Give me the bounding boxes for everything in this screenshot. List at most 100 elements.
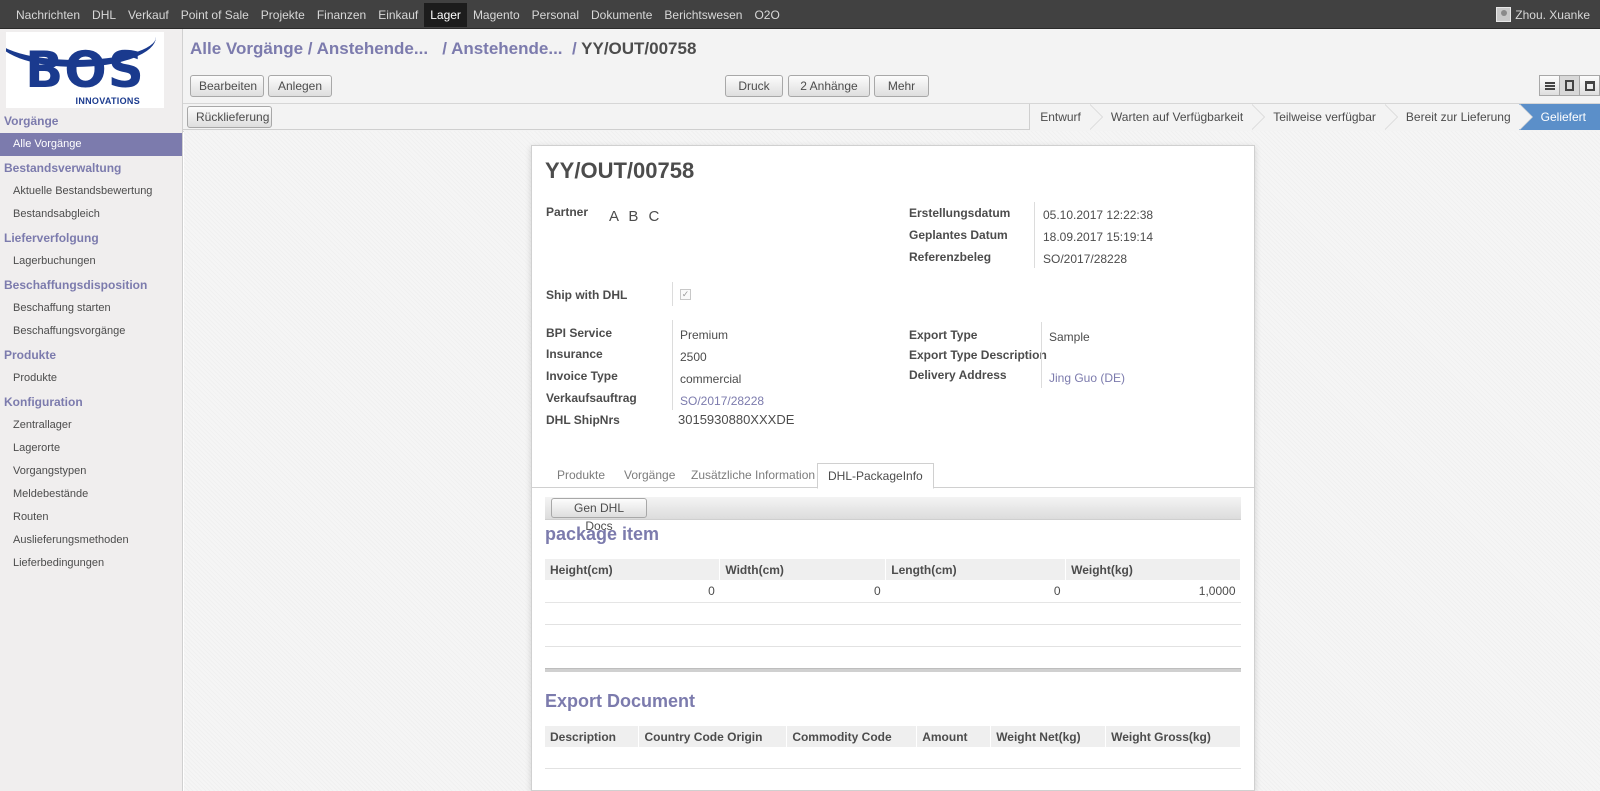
tab-products[interactable]: Produkte	[547, 463, 615, 488]
form-icon	[1565, 80, 1574, 91]
sales-order-link[interactable]: SO/2017/28228	[680, 394, 764, 408]
partner-label: Partner	[546, 205, 589, 219]
top-menu-item[interactable]: DHL	[86, 3, 122, 27]
sidebar-item[interactable]: Vorgangstypen	[0, 460, 182, 483]
ship-with-dhl-label: Ship with DHL	[546, 288, 628, 302]
attachments-dropdown[interactable]: 2 Anhänge	[788, 75, 870, 109]
top-menu: Nachrichten DHL Verkauf Point of Sale Projek…	[10, 0, 786, 29]
tab-operations[interactable]: Vorgänge	[614, 463, 685, 488]
export-type-description-label: Export Type Description	[909, 348, 1047, 362]
column-header[interactable]: Height(cm)	[545, 559, 721, 580]
calendar-icon	[1584, 80, 1595, 91]
more-dropdown[interactable]: Mehr	[874, 75, 929, 109]
tab-dhl-packageinfo[interactable]: DHL-PackageInfo	[817, 463, 934, 489]
invoice-type-value: commercial	[680, 372, 742, 386]
sidebar-item[interactable]: Zentrallager	[0, 414, 182, 437]
list-view-button[interactable]	[1539, 75, 1560, 96]
form-sheet: YY/OUT/00758 Partner A B C Erstellungsda…	[531, 145, 1255, 791]
width-cell: 0	[719, 580, 886, 603]
column-header[interactable]: Weight Gross(kg)	[1105, 726, 1241, 747]
breadcrumb-pending-1[interactable]: Anstehende...	[317, 39, 428, 58]
height-cell: 0	[545, 580, 720, 603]
logo-tagline: INNOVATIONS	[75, 96, 140, 106]
breadcrumb: Alle Vorgänge / Anstehende... / Anstehen…	[190, 39, 697, 58]
sidebar-section-title: Konfiguration	[4, 395, 83, 409]
column-header[interactable]: Description	[545, 726, 640, 747]
delivery-address-label: Delivery Address	[909, 368, 1007, 382]
top-menu-item[interactable]: O2O	[748, 3, 785, 27]
stage-item[interactable]: Teilweise verfügbar	[1251, 104, 1398, 130]
bpi-service-value: Premium	[680, 328, 729, 342]
top-menu-item[interactable]: Finanzen	[311, 3, 372, 27]
top-menu-item[interactable]: Projekte	[255, 3, 311, 27]
sidebar-item[interactable]: Aktuelle Bestandsbewertung	[0, 180, 182, 203]
sidebar-item[interactable]: Lieferbedingungen	[0, 552, 182, 575]
insurance-label: Insurance	[546, 347, 603, 361]
column-header[interactable]: Country Code Origin	[638, 726, 788, 747]
logo-text: BOS	[25, 41, 145, 99]
top-menu-bar: Nachrichten DHL Verkauf Point of Sale Projek…	[0, 0, 1600, 29]
sidebar-item[interactable]: Beschaffung starten	[0, 297, 182, 320]
column-header[interactable]: Length(cm)	[885, 559, 1067, 580]
creation-date-label: Erstellungsdatum	[909, 206, 1011, 220]
delivery-address-link[interactable]: Jing Guo (DE)	[1049, 371, 1125, 385]
sidebar-item[interactable]: Meldebestände	[0, 483, 182, 506]
sidebar-section-title: Vorgänge	[4, 114, 59, 128]
sidebar-item[interactable]: Beschaffungsvorgänge	[0, 320, 182, 343]
top-menu-item[interactable]: Magento	[467, 3, 526, 27]
edit-button[interactable]: Bearbeiten	[190, 75, 264, 97]
user-menu[interactable]: Zhou. Xuanke	[1496, 0, 1590, 29]
company-logo: BOS INNOVATIONS	[6, 32, 164, 108]
breadcrumb-all-operations[interactable]: Alle Vorgänge	[190, 39, 303, 58]
planned-date-value: 18.09.2017 15:19:14	[1043, 230, 1154, 244]
top-menu-item[interactable]: Berichtswesen	[658, 3, 748, 27]
sidebar-item[interactable]: Alle Vorgänge	[0, 133, 182, 156]
list-icon	[1544, 81, 1555, 90]
stage-item[interactable]: Warten auf Verfügbarkeit	[1088, 104, 1266, 130]
ship-with-dhl-checkbox[interactable]: ✓	[680, 289, 691, 300]
tab-additional-info[interactable]: Zusätzliche Information	[681, 463, 825, 488]
form-view-button[interactable]	[1559, 75, 1580, 96]
dhl-shipnrs-label: DHL ShipNrs	[546, 413, 620, 427]
stage-item[interactable]: Entwurf	[1029, 104, 1103, 130]
sidebar-item[interactable]: Auslieferungsmethoden	[0, 529, 182, 552]
calendar-view-button[interactable]	[1579, 75, 1600, 96]
top-menu-item[interactable]: Lager	[424, 2, 467, 27]
bpi-service-label: BPI Service	[546, 326, 613, 340]
sales-order-label: Verkaufsauftrag	[546, 391, 637, 405]
breadcrumb-pending-2[interactable]: Anstehende...	[451, 39, 562, 58]
sidebar-item[interactable]: Bestandsabgleich	[0, 203, 182, 226]
sidebar-nav: Vorgänge Alle Vorgänge Bestandsverwaltung A…	[0, 109, 182, 575]
top-menu-item[interactable]: Verkauf	[122, 3, 175, 27]
sidebar-section-title: Beschaffungsdisposition	[4, 278, 148, 292]
tab-toolbar: Gen DHL Docs	[545, 497, 1241, 533]
top-menu-item[interactable]: Personal	[526, 3, 585, 27]
top-menu-item[interactable]: Dokumente	[585, 3, 658, 27]
column-header[interactable]: Amount	[916, 726, 992, 747]
sidebar-item[interactable]: Lagerorte	[0, 437, 182, 460]
sidebar: BOS INNOVATIONS Vorgänge Alle Vorgänge Bes…	[0, 29, 183, 791]
sidebar-section-title: Lieferverfolgung	[4, 231, 99, 245]
create-button[interactable]: Anlegen	[268, 75, 332, 97]
top-menu-item[interactable]: Nachrichten	[10, 3, 86, 27]
gen-dhl-docs-button[interactable]: Gen DHL Docs	[551, 498, 647, 533]
column-header[interactable]: Commodity Code	[786, 726, 918, 747]
export-type-label: Export Type	[909, 328, 978, 342]
column-header[interactable]: Weight(kg)	[1065, 559, 1241, 580]
view-switcher	[1539, 75, 1600, 96]
return-button[interactable]: Rücklieferung	[187, 106, 272, 128]
weight-cell: 1,0000	[1065, 580, 1241, 603]
stage-item[interactable]: Bereit zur Lieferung	[1383, 104, 1533, 130]
insurance-value: 2500	[680, 350, 707, 364]
print-dropdown[interactable]: Druck	[725, 75, 783, 109]
sidebar-item[interactable]: Routen	[0, 506, 182, 529]
column-header[interactable]: Weight Net(kg)	[990, 726, 1107, 747]
partner-value: A B C	[609, 208, 663, 225]
table-row[interactable]: 0 0 0 1,0000	[545, 580, 1241, 603]
package-item-title: package item	[545, 524, 660, 544]
top-menu-item[interactable]: Einkauf	[372, 3, 424, 27]
top-menu-item[interactable]: Point of Sale	[175, 3, 255, 27]
sidebar-item[interactable]: Lagerbuchungen	[0, 250, 182, 273]
sidebar-item[interactable]: Produkte	[0, 367, 182, 390]
column-header[interactable]: Width(cm)	[719, 559, 887, 580]
